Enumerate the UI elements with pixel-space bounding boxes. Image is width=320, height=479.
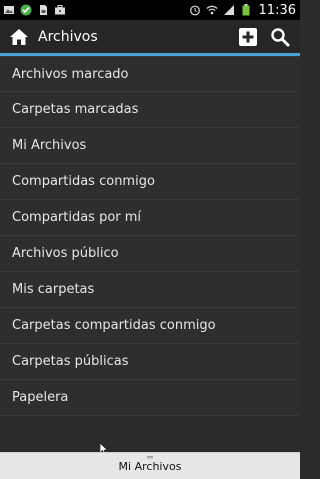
list-item-carpetas-publicas[interactable]: Carpetas públicas — [0, 344, 300, 380]
action-bar: Archivos — [0, 20, 300, 56]
list-item-archivos-marcado[interactable]: Archivos marcado — [0, 56, 300, 92]
status-time: 11:36 — [258, 2, 296, 18]
home-icon[interactable] — [8, 26, 30, 48]
list-item-papelera[interactable]: Papelera — [0, 380, 300, 416]
bottom-tab-label: Mi Archivos — [118, 459, 182, 473]
list-item-mis-carpetas[interactable]: Mis carpetas — [0, 272, 300, 308]
list-item-label: Carpetas marcadas — [12, 102, 139, 117]
list-item-archivos-publico[interactable]: Archivos público — [0, 236, 300, 272]
list-item-compartidas-conmigo[interactable]: Compartidas conmigo — [0, 164, 300, 200]
list-item-label: Archivos marcado — [12, 66, 129, 82]
mouse-cursor-icon — [99, 440, 109, 455]
app-title: Archivos — [38, 28, 98, 45]
list-item-label: Mis carpetas — [12, 282, 95, 297]
list-item-mi-archivos[interactable]: Mi Archivos — [0, 128, 300, 164]
list-item-label: Carpetas compartidas conmigo — [12, 318, 216, 333]
list-item-label: Mi Archivos — [12, 138, 87, 153]
navigation-list: Archivos marcado Carpetas marcadas Mi Ar… — [0, 56, 300, 416]
search-button[interactable] — [268, 25, 292, 49]
check-icon — [20, 4, 32, 16]
list-item-label: Papelera — [12, 390, 69, 405]
list-item-label: Compartidas por mí — [12, 210, 142, 225]
add-button[interactable] — [236, 25, 260, 49]
wifi-icon — [206, 4, 218, 16]
list-item-carpetas-marcadas[interactable]: Carpetas marcadas — [0, 92, 300, 128]
image-icon — [3, 4, 15, 16]
status-right-icons: 11:36 — [189, 3, 296, 18]
list-item-label: Archivos público — [12, 246, 119, 261]
add-icon — [239, 27, 257, 46]
signal-icon — [223, 4, 235, 16]
alarm-icon — [189, 4, 201, 16]
status-left-icons — [3, 4, 66, 16]
list-item-label: Compartidas conmigo — [12, 174, 155, 189]
briefcase-icon — [54, 4, 66, 16]
battery-icon — [240, 4, 252, 16]
search-icon — [271, 27, 290, 46]
drawer-handle-icon[interactable] — [141, 445, 159, 460]
list-item-label: Carpetas públicas — [12, 354, 129, 369]
sim-card-icon — [37, 4, 49, 16]
list-item-compartidas-por-mi[interactable]: Compartidas por mí — [0, 200, 300, 236]
list-item-carpetas-compartidas-conmigo[interactable]: Carpetas compartidas conmigo — [0, 308, 300, 344]
bottom-drawer-tab[interactable]: Mi Archivos — [0, 452, 300, 479]
status-bar: 11:36 — [0, 0, 300, 20]
